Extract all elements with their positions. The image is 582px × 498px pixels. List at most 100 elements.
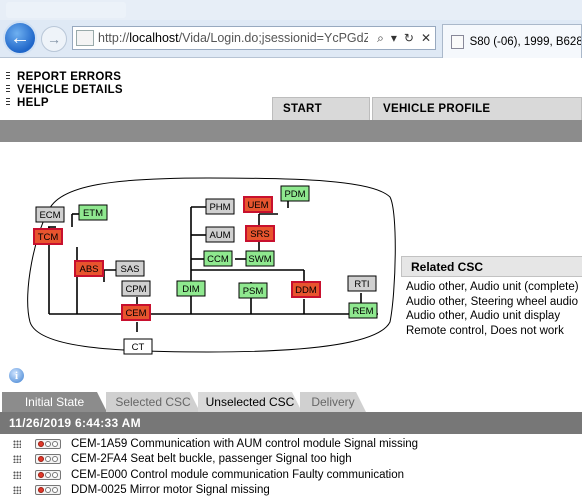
module-label: DDM — [295, 285, 317, 296]
module-label: SRS — [250, 229, 270, 240]
dtc-text: CEM-1A59 Communication with AUM control … — [71, 438, 418, 450]
page-icon — [76, 30, 94, 46]
module-srs[interactable]: SRS — [246, 226, 274, 241]
grip-icon — [6, 85, 10, 94]
module-rti[interactable]: RTI — [348, 276, 376, 291]
timestamp-bar: 11/26/2019 6:44:33 AM — [0, 412, 582, 434]
status-lamps-icon — [35, 439, 61, 449]
tab-initial-state[interactable]: Initial State — [2, 392, 107, 412]
module-sas[interactable]: SAS — [116, 261, 144, 276]
status-lamps-icon — [35, 470, 61, 480]
module-cpm[interactable]: CPM — [122, 281, 150, 296]
module-label: ETM — [83, 208, 103, 219]
module-label: PSM — [243, 286, 264, 297]
module-uem[interactable]: UEM — [244, 197, 272, 212]
csc-item[interactable]: Remote control, Does not work — [401, 325, 582, 340]
address-bar[interactable]: http://localhost/Vida/Login.do;jsessioni… — [72, 26, 436, 50]
module-etm[interactable]: ETM — [79, 205, 107, 220]
tab-favicon — [451, 35, 464, 49]
module-label: SWM — [248, 254, 271, 265]
module-dim[interactable]: DIM — [177, 281, 205, 296]
dtc-row[interactable]: CEM-1A59 Communication with AUM control … — [0, 436, 582, 452]
tab-label: Initial State — [25, 395, 84, 409]
forward-arrow-icon: → — [47, 31, 61, 47]
url-host: localhost — [129, 31, 178, 45]
menu-item-help[interactable]: HELP — [6, 96, 123, 109]
tab-label: Selected CSC — [115, 395, 190, 409]
module-phm[interactable]: PHM — [206, 199, 234, 214]
url-scheme: http:// — [98, 31, 129, 45]
dtc-text: DDM-0025 Mirror motor Signal missing — [71, 484, 270, 496]
drag-handle-icon[interactable] — [13, 440, 21, 448]
module-label: CEM — [125, 308, 146, 319]
refresh-icon[interactable]: ↻ — [404, 31, 414, 46]
tab-start[interactable]: START — [272, 97, 370, 120]
module-psm[interactable]: PSM — [239, 283, 267, 298]
module-pdm[interactable]: PDM — [281, 186, 309, 201]
module-ccm[interactable]: CCM — [204, 251, 232, 266]
module-label: PHM — [209, 202, 230, 213]
module-label: CCM — [207, 254, 229, 265]
state-tabs: Initial State Selected CSC Unselected CS… — [0, 392, 582, 412]
drag-handle-icon[interactable] — [13, 486, 21, 494]
back-button[interactable]: ← — [3, 21, 37, 55]
csc-item[interactable]: Audio other, Audio unit display — [401, 310, 582, 325]
csc-item[interactable]: Audio other, Steering wheel audio — [401, 296, 582, 311]
tab-label: VEHICLE PROFILE — [383, 103, 490, 115]
dtc-row[interactable]: CEM-E000 Control module communication Fa… — [0, 467, 582, 483]
module-label: DIM — [182, 284, 200, 295]
module-tcm[interactable]: TCM — [34, 229, 62, 244]
tab-selected-csc[interactable]: Selected CSC — [106, 392, 200, 412]
tab-delivery[interactable]: Delivery — [300, 392, 366, 412]
module-label: UEM — [247, 200, 268, 211]
dtc-list: CEM-1A59 Communication with AUM control … — [0, 436, 582, 498]
info-icon[interactable]: i — [9, 368, 24, 383]
module-label: REM — [352, 306, 373, 317]
module-label: RTI — [354, 279, 369, 290]
dtc-row[interactable]: DDM-0025 Mirror motor Signal missing — [0, 483, 582, 498]
stop-icon[interactable]: ✕ — [421, 31, 431, 46]
module-aum[interactable]: AUM — [206, 227, 234, 242]
tab-label: Unselected CSC — [206, 395, 295, 409]
dropdown-icon[interactable]: ▾ — [391, 31, 397, 46]
search-icon[interactable]: ⌕ — [377, 31, 384, 46]
module-rem[interactable]: REM — [349, 303, 377, 318]
menu-item-label: HELP — [17, 97, 49, 109]
module-label: TCM — [38, 232, 59, 243]
menu-item-label: VEHICLE DETAILS — [17, 84, 123, 96]
browser-tab-active[interactable]: S80 (-06), 1999, B6284T — [442, 24, 582, 58]
nav-bar — [0, 120, 582, 142]
tab-label: START — [283, 103, 322, 115]
module-swm[interactable]: SWM — [246, 251, 274, 266]
timestamp: 11/26/2019 6:44:33 AM — [9, 416, 141, 430]
tab-title: S80 (-06), 1999, B6284T — [470, 36, 581, 48]
back-arrow-icon: ← — [10, 27, 30, 50]
tab-label: Delivery — [311, 395, 354, 409]
url-path: /Vida/Login.do;jsessionid=YcPGdZl — [179, 31, 368, 45]
dtc-row[interactable]: CEM-2FA4 Seat belt buckle, passenger Sig… — [0, 452, 582, 468]
module-abs[interactable]: ABS — [75, 261, 103, 276]
module-cem[interactable]: CEM — [122, 305, 150, 320]
drag-handle-icon[interactable] — [13, 455, 21, 463]
dtc-text: CEM-E000 Control module communication Fa… — [71, 469, 404, 481]
menu-item-vehicle-details[interactable]: VEHICLE DETAILS — [6, 83, 123, 96]
dtc-text: CEM-2FA4 Seat belt buckle, passenger Sig… — [71, 453, 352, 465]
main-menu: REPORT ERRORS VEHICLE DETAILS HELP — [6, 70, 123, 109]
forward-button[interactable]: → — [41, 26, 67, 52]
csc-item[interactable]: Audio other, Audio unit (complete) — [401, 281, 582, 296]
drag-handle-icon[interactable] — [13, 471, 21, 479]
module-label: AUM — [209, 230, 230, 241]
menu-item-report-errors[interactable]: REPORT ERRORS — [6, 70, 123, 83]
module-label: ABS — [79, 264, 98, 275]
module-ecm[interactable]: ECM — [36, 207, 64, 222]
background-tab[interactable] — [6, 2, 126, 18]
tab-unselected-csc[interactable]: Unselected CSC — [198, 392, 302, 412]
tab-vehicle-profile[interactable]: VEHICLE PROFILE — [372, 97, 582, 120]
related-csc-title: Related CSC — [401, 256, 582, 277]
module-label: CT — [132, 342, 145, 353]
module-ct[interactable]: CT — [124, 339, 152, 354]
module-ddm[interactable]: DDM — [292, 282, 320, 297]
address-url[interactable]: http://localhost/Vida/Login.do;jsessioni… — [98, 31, 368, 45]
status-lamps-icon — [35, 454, 61, 464]
module-label: CPM — [125, 284, 146, 295]
